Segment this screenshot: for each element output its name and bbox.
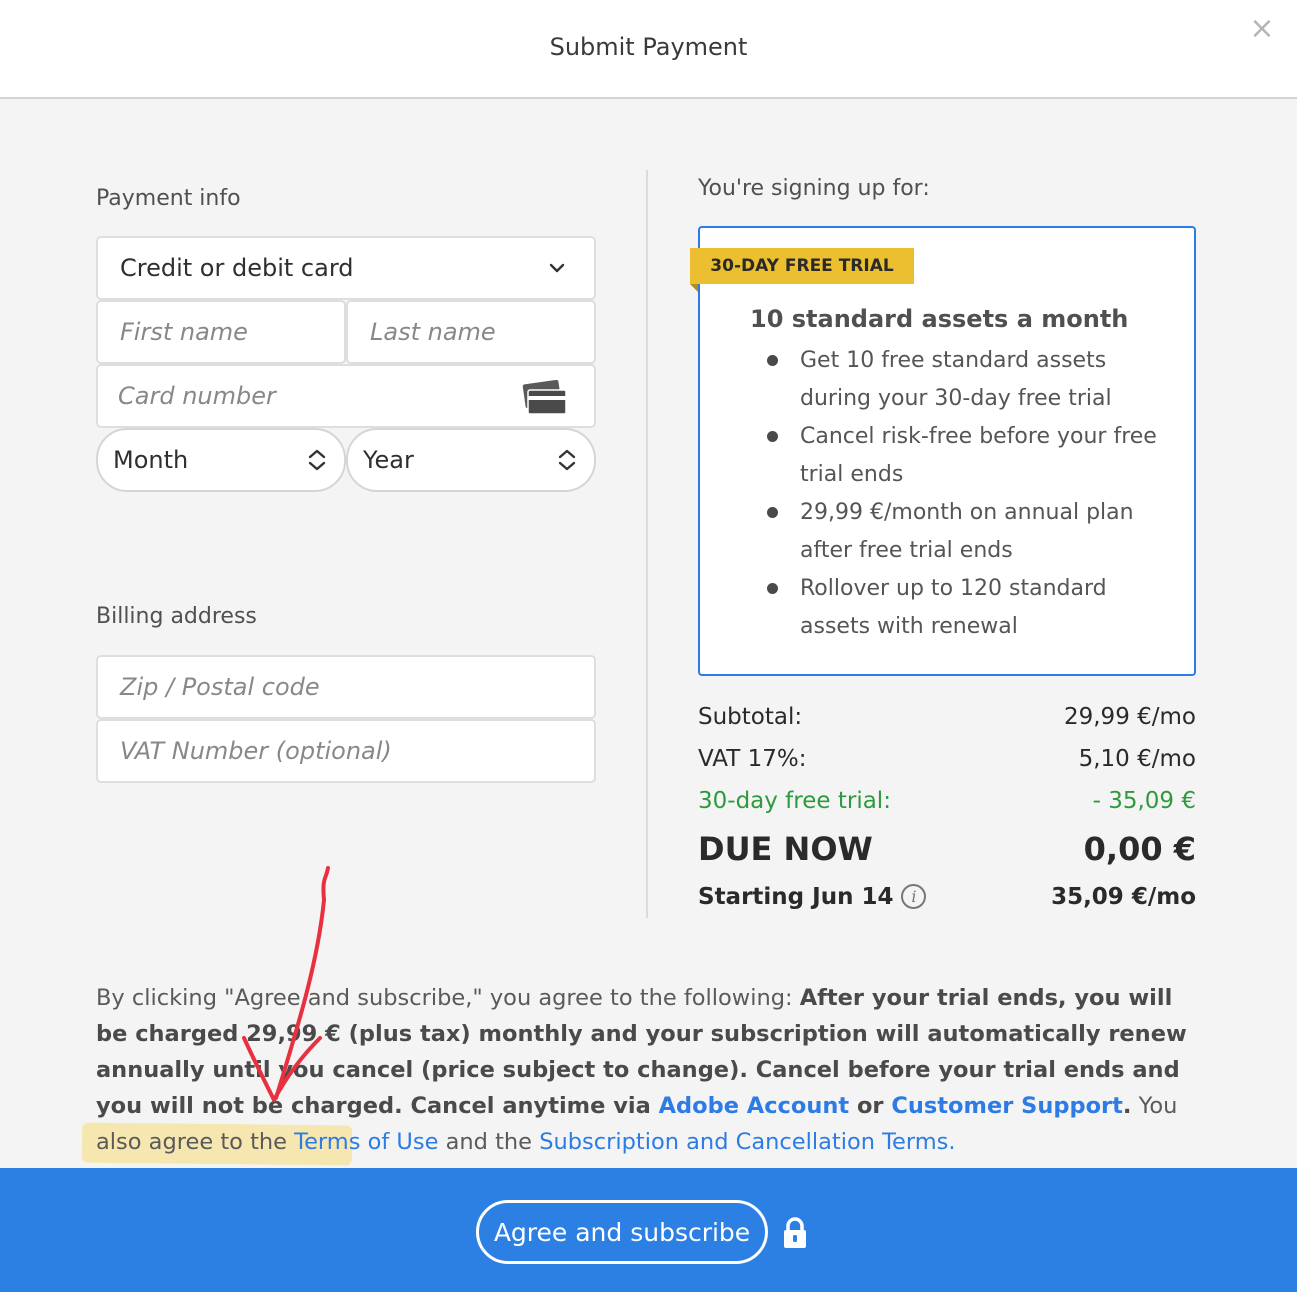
customer-support-link[interactable]: Customer Support [891, 1093, 1123, 1119]
payment-method-select[interactable]: Credit or debit card [96, 236, 596, 300]
free-trial-label: 30-day free trial: [698, 788, 891, 814]
first-name-placeholder: First name [120, 318, 248, 346]
benefit-item: 29,99 €/month on annual plan after free … [767, 494, 1180, 570]
month-value: Month [113, 446, 189, 474]
payment-method-value: Credit or debit card [120, 254, 354, 282]
starting-row: Starting Jun 14 i 35,09 €/mo [698, 884, 1196, 910]
subtotal-value: 29,99 €/mo [1063, 704, 1196, 730]
subscription-terms-link[interactable]: Subscription and Cancellation Terms. [539, 1129, 955, 1155]
free-trial-value: - 35,09 € [1092, 788, 1196, 814]
subtotal-label: Subtotal: [698, 704, 803, 730]
benefit-item: Cancel risk-free before your free trial … [767, 418, 1180, 494]
close-icon[interactable]: × [1245, 12, 1279, 46]
benefit-item: Rollover up to 120 standard assets with … [767, 570, 1180, 646]
dialog-header: Submit Payment × [0, 0, 1297, 99]
starting-label-wrap: Starting Jun 14 i [698, 884, 927, 910]
credit-card-icon [522, 380, 567, 415]
vat-placeholder: VAT Number (optional) [120, 737, 392, 765]
due-now-value: 0,00 € [1083, 830, 1196, 868]
payment-info-label: Payment info [96, 186, 241, 211]
footer-bar: Agree and subscribe [0, 1168, 1297, 1292]
vat-number-field[interactable]: VAT Number (optional) [96, 719, 596, 783]
zip-code-field[interactable]: Zip / Postal code [96, 655, 596, 719]
dialog-title: Submit Payment [549, 33, 748, 61]
card-number-field[interactable]: Card number [96, 364, 596, 428]
legal-terms-text: By clicking "Agree and subscribe," you a… [96, 980, 1196, 1160]
free-trial-row: 30-day free trial: - 35,09 € [698, 788, 1196, 814]
benefit-item: Get 10 free standard assets during your … [767, 342, 1180, 418]
signup-label: You're signing up for: [698, 176, 930, 201]
info-icon[interactable]: i [901, 884, 927, 909]
plan-benefits-list: Get 10 free standard assets during your … [767, 342, 1180, 646]
expiry-year-select[interactable]: Year [346, 428, 596, 492]
first-name-field[interactable]: First name [96, 300, 346, 364]
due-now-row: DUE NOW 0,00 € [698, 830, 1196, 868]
agree-and-subscribe-button[interactable]: Agree and subscribe [476, 1200, 768, 1264]
chevron-down-icon [549, 263, 565, 273]
starting-label: Starting Jun 14 [698, 884, 894, 910]
year-value: Year [363, 446, 414, 474]
terms-of-use-link[interactable]: Terms of Use [294, 1129, 438, 1155]
starting-value: 35,09 €/mo [1051, 884, 1196, 910]
updown-chevron-icon [308, 449, 326, 471]
plan-heading: 10 standard assets a month [750, 305, 1129, 333]
expiry-month-select[interactable]: Month [96, 428, 346, 492]
column-divider [646, 170, 648, 918]
legal-or: or [849, 1093, 892, 1119]
trial-badge: 30-DAY FREE TRIAL [690, 248, 914, 284]
vat-row: VAT 17%: 5,10 €/mo [698, 746, 1196, 772]
adobe-account-link[interactable]: Adobe Account [659, 1093, 850, 1119]
badge-fold [690, 284, 698, 292]
legal-and: and the [438, 1129, 540, 1155]
lock-icon [784, 1217, 806, 1248]
billing-address-label: Billing address [96, 604, 257, 629]
due-now-label: DUE NOW [698, 830, 873, 868]
last-name-placeholder: Last name [370, 318, 496, 346]
card-number-placeholder: Card number [118, 382, 276, 410]
updown-chevron-icon [558, 449, 576, 471]
vat-label: VAT 17%: [698, 746, 807, 772]
vat-value: 5,10 €/mo [1078, 746, 1196, 772]
legal-intro: By clicking "Agree and subscribe," you a… [96, 985, 800, 1011]
subtotal-row: Subtotal: 29,99 €/mo [698, 704, 1196, 730]
last-name-field[interactable]: Last name [346, 300, 596, 364]
zip-placeholder: Zip / Postal code [120, 673, 320, 701]
